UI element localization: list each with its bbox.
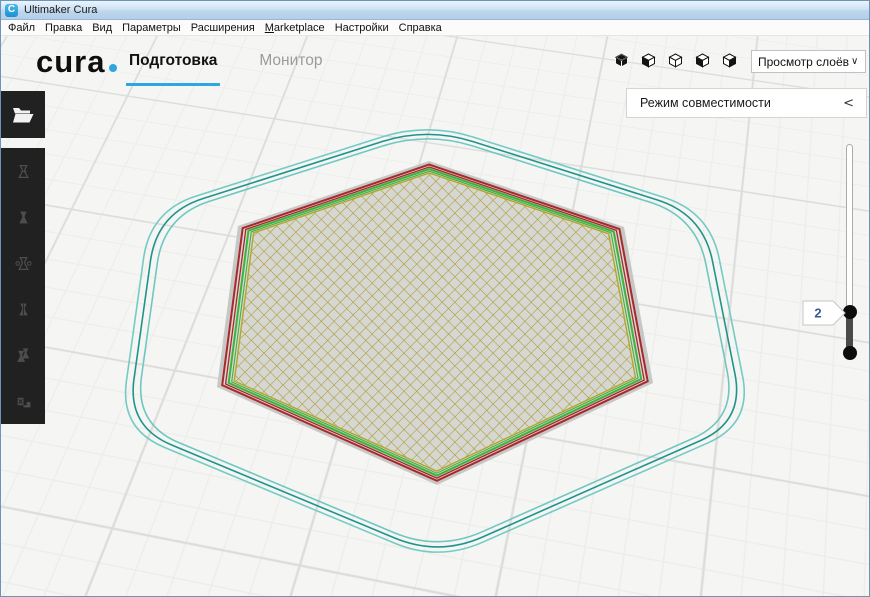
stage-tabs: Подготовка Монитор bbox=[129, 52, 322, 80]
camera-view-buttons bbox=[614, 53, 737, 68]
view-right-icon[interactable] bbox=[722, 53, 737, 68]
rotate-icon bbox=[15, 255, 32, 272]
menu-item-вид[interactable]: Вид bbox=[87, 22, 117, 34]
view-top-icon[interactable] bbox=[668, 53, 683, 68]
mirror-tool-button[interactable] bbox=[1, 286, 45, 332]
title-bar[interactable]: C Ultimaker Cura bbox=[1, 1, 869, 20]
layer-slider-lower-handle[interactable] bbox=[843, 346, 857, 360]
move-tool-button[interactable] bbox=[1, 148, 45, 194]
collapse-panel-chevron-icon[interactable]: < bbox=[843, 96, 866, 111]
window-title: Ultimaker Cura bbox=[24, 4, 97, 16]
support-blocker-icon bbox=[15, 393, 32, 410]
cura-window: C Ultimaker Cura ФайлПравкаВидПараметрыР… bbox=[0, 0, 870, 597]
scale-icon bbox=[15, 209, 32, 226]
tab-prepare[interactable]: Подготовка bbox=[129, 52, 217, 80]
compatibility-mode-title: Режим совместимости bbox=[627, 96, 843, 110]
cura-logo: cura bbox=[36, 44, 117, 80]
move-icon bbox=[15, 163, 32, 180]
open-folder-icon bbox=[11, 105, 35, 125]
current-layer-tag: 2 bbox=[802, 300, 846, 326]
cura-logo-dot-icon bbox=[109, 64, 117, 72]
menu-item-параметры[interactable]: Параметры bbox=[117, 22, 186, 34]
menu-item-справка[interactable]: Справка bbox=[394, 22, 447, 34]
viewport-3d[interactable] bbox=[1, 35, 870, 597]
view-mode-label: Просмотр слоёв bbox=[758, 55, 849, 69]
cura-logo-text: cura bbox=[36, 44, 105, 80]
menu-item-marketplace[interactable]: Marketplace bbox=[260, 22, 330, 34]
rotate-tool-button[interactable] bbox=[1, 240, 45, 286]
current-layer-value: 2 bbox=[814, 306, 821, 321]
chevron-down-icon: ∨ bbox=[851, 56, 858, 67]
view-3d-icon[interactable] bbox=[614, 53, 629, 68]
tab-monitor[interactable]: Монитор bbox=[259, 52, 322, 80]
menu-item-правка[interactable]: Правка bbox=[40, 22, 87, 34]
view-mode-dropdown[interactable]: Просмотр слоёв ∨ bbox=[751, 50, 866, 73]
menu-item-настройки[interactable]: Настройки bbox=[330, 22, 394, 34]
mirror-icon bbox=[15, 301, 32, 318]
per-model-settings-tool-button[interactable] bbox=[1, 332, 45, 378]
scale-tool-button[interactable] bbox=[1, 194, 45, 240]
menu-bar: ФайлПравкаВидПараметрыРасширенияMarketpl… bbox=[1, 20, 870, 36]
menu-item-расширения[interactable]: Расширения bbox=[186, 22, 260, 34]
menu-item-файл[interactable]: Файл bbox=[3, 22, 40, 34]
model-tools-toolbar bbox=[1, 148, 45, 424]
per-model-settings-icon bbox=[15, 347, 32, 364]
support-blocker-tool-button[interactable] bbox=[1, 378, 45, 424]
cura-app-icon: C bbox=[5, 4, 18, 17]
compatibility-mode-panel: Режим совместимости < bbox=[626, 88, 867, 118]
buildplate-grid bbox=[1, 35, 870, 597]
view-left-icon[interactable] bbox=[695, 53, 710, 68]
open-file-button[interactable] bbox=[1, 91, 45, 138]
view-front-icon[interactable] bbox=[641, 53, 656, 68]
